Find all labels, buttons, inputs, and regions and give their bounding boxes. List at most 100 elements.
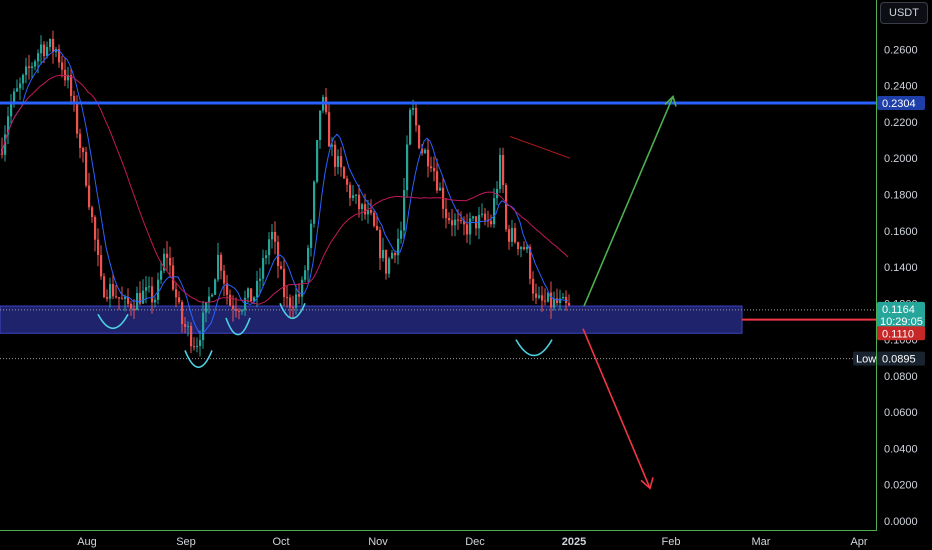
candle-body bbox=[448, 218, 451, 221]
candle-body bbox=[451, 220, 454, 226]
candle-countdown: 10:29:05 bbox=[880, 316, 923, 328]
candle-body bbox=[385, 249, 388, 274]
x-tick-label: Dec bbox=[465, 536, 485, 548]
candle-body bbox=[292, 307, 295, 309]
candle-body bbox=[28, 66, 31, 68]
candle-body bbox=[325, 96, 328, 113]
candle-body bbox=[64, 69, 67, 81]
candle-body bbox=[46, 46, 49, 57]
y-tick-label: 0.1800 bbox=[884, 189, 918, 201]
candle-body bbox=[517, 242, 520, 250]
candle-body bbox=[205, 302, 208, 313]
candle-body bbox=[298, 294, 301, 297]
candle-body bbox=[25, 66, 28, 75]
candle-body bbox=[457, 219, 460, 221]
candle-body bbox=[424, 149, 427, 154]
candle-body bbox=[196, 345, 199, 347]
candle-body bbox=[466, 224, 469, 235]
candle-body bbox=[97, 239, 100, 256]
candle-body bbox=[178, 297, 181, 303]
x-tick-label: Oct bbox=[272, 536, 289, 548]
low-caption: Low bbox=[856, 354, 876, 366]
candle-body bbox=[343, 167, 346, 179]
candle-body bbox=[568, 303, 571, 306]
candle-body bbox=[319, 110, 322, 140]
candle-body bbox=[94, 216, 97, 240]
candle-body bbox=[313, 181, 316, 224]
candle-body bbox=[394, 252, 397, 256]
candle-body bbox=[328, 112, 331, 147]
candle-body bbox=[112, 284, 115, 297]
candle-body bbox=[184, 324, 187, 327]
candle-body bbox=[490, 220, 493, 225]
y-tick-label: 0.0400 bbox=[884, 443, 918, 455]
price-chart[interactable]: 0.2600 0.2400 0.2200 0.2000 0.1800 0.1600 0.14… bbox=[0, 0, 932, 550]
candle-body bbox=[88, 185, 91, 208]
candle-body bbox=[337, 156, 340, 167]
candle-body bbox=[247, 288, 250, 298]
candle-body bbox=[109, 284, 112, 299]
candle-body bbox=[559, 298, 562, 304]
x-tick-label: Nov bbox=[368, 536, 388, 548]
x-tick-label: Sep bbox=[176, 536, 196, 548]
candle-body bbox=[160, 270, 163, 280]
candle-body bbox=[376, 225, 379, 231]
candle-body bbox=[295, 294, 298, 308]
x-tick-label: Feb bbox=[662, 536, 681, 548]
candle-body bbox=[367, 210, 370, 215]
current-price-label: 0.1164 bbox=[882, 304, 915, 316]
candle-body bbox=[382, 249, 385, 259]
candle-body bbox=[250, 288, 253, 302]
candle-body bbox=[400, 230, 403, 239]
x-tick-label: 2025 bbox=[562, 536, 586, 548]
currency-button[interactable]: USDT bbox=[880, 2, 928, 24]
candle-body bbox=[106, 297, 109, 299]
candle-body bbox=[199, 340, 202, 346]
candle-body bbox=[238, 310, 241, 312]
candle-body bbox=[439, 187, 442, 191]
candle-body bbox=[304, 270, 307, 280]
candle-body bbox=[103, 276, 106, 298]
candle-body bbox=[310, 223, 313, 248]
candle-body bbox=[316, 139, 319, 182]
candle-body bbox=[76, 102, 79, 134]
candle-body bbox=[436, 171, 439, 191]
candle-body bbox=[157, 279, 160, 300]
y-tick-label: 0.0600 bbox=[884, 407, 918, 419]
candle-body bbox=[523, 247, 526, 250]
candle-body bbox=[235, 309, 238, 311]
candle-body bbox=[145, 287, 148, 291]
x-tick-label: Aug bbox=[77, 536, 97, 548]
candle-body bbox=[283, 268, 286, 298]
candle-body bbox=[550, 292, 553, 308]
candle-body bbox=[61, 62, 64, 70]
candle-body bbox=[514, 228, 517, 243]
candle-body bbox=[277, 241, 280, 266]
candle-body bbox=[415, 107, 418, 126]
x-tick-label: Mar bbox=[752, 536, 771, 548]
candle-body bbox=[379, 230, 382, 259]
candle-body bbox=[361, 204, 364, 210]
y-tick-label: 0.1400 bbox=[884, 262, 918, 274]
candle-body bbox=[31, 66, 34, 68]
resistance-badge-label: 0.2304 bbox=[882, 98, 916, 110]
candle-body bbox=[286, 297, 289, 299]
candle-body bbox=[418, 125, 421, 149]
candle-body bbox=[37, 53, 40, 62]
candle-body bbox=[13, 91, 16, 103]
candle-body bbox=[274, 232, 277, 242]
y-tick-label: 0.2200 bbox=[884, 117, 918, 129]
candle-body bbox=[190, 326, 193, 347]
candle-body bbox=[538, 295, 541, 298]
candle-body bbox=[217, 254, 220, 280]
candle-body bbox=[334, 144, 337, 167]
candle-body bbox=[445, 208, 448, 219]
candle-body bbox=[130, 303, 133, 309]
low-badge-label: 0.0895 bbox=[882, 354, 916, 366]
candle-body bbox=[340, 156, 343, 168]
candle-body bbox=[358, 194, 361, 210]
candle-body bbox=[154, 299, 157, 303]
candle-body bbox=[520, 247, 523, 250]
candle-body bbox=[454, 219, 457, 226]
y-tick-label: 0.1600 bbox=[884, 226, 918, 238]
